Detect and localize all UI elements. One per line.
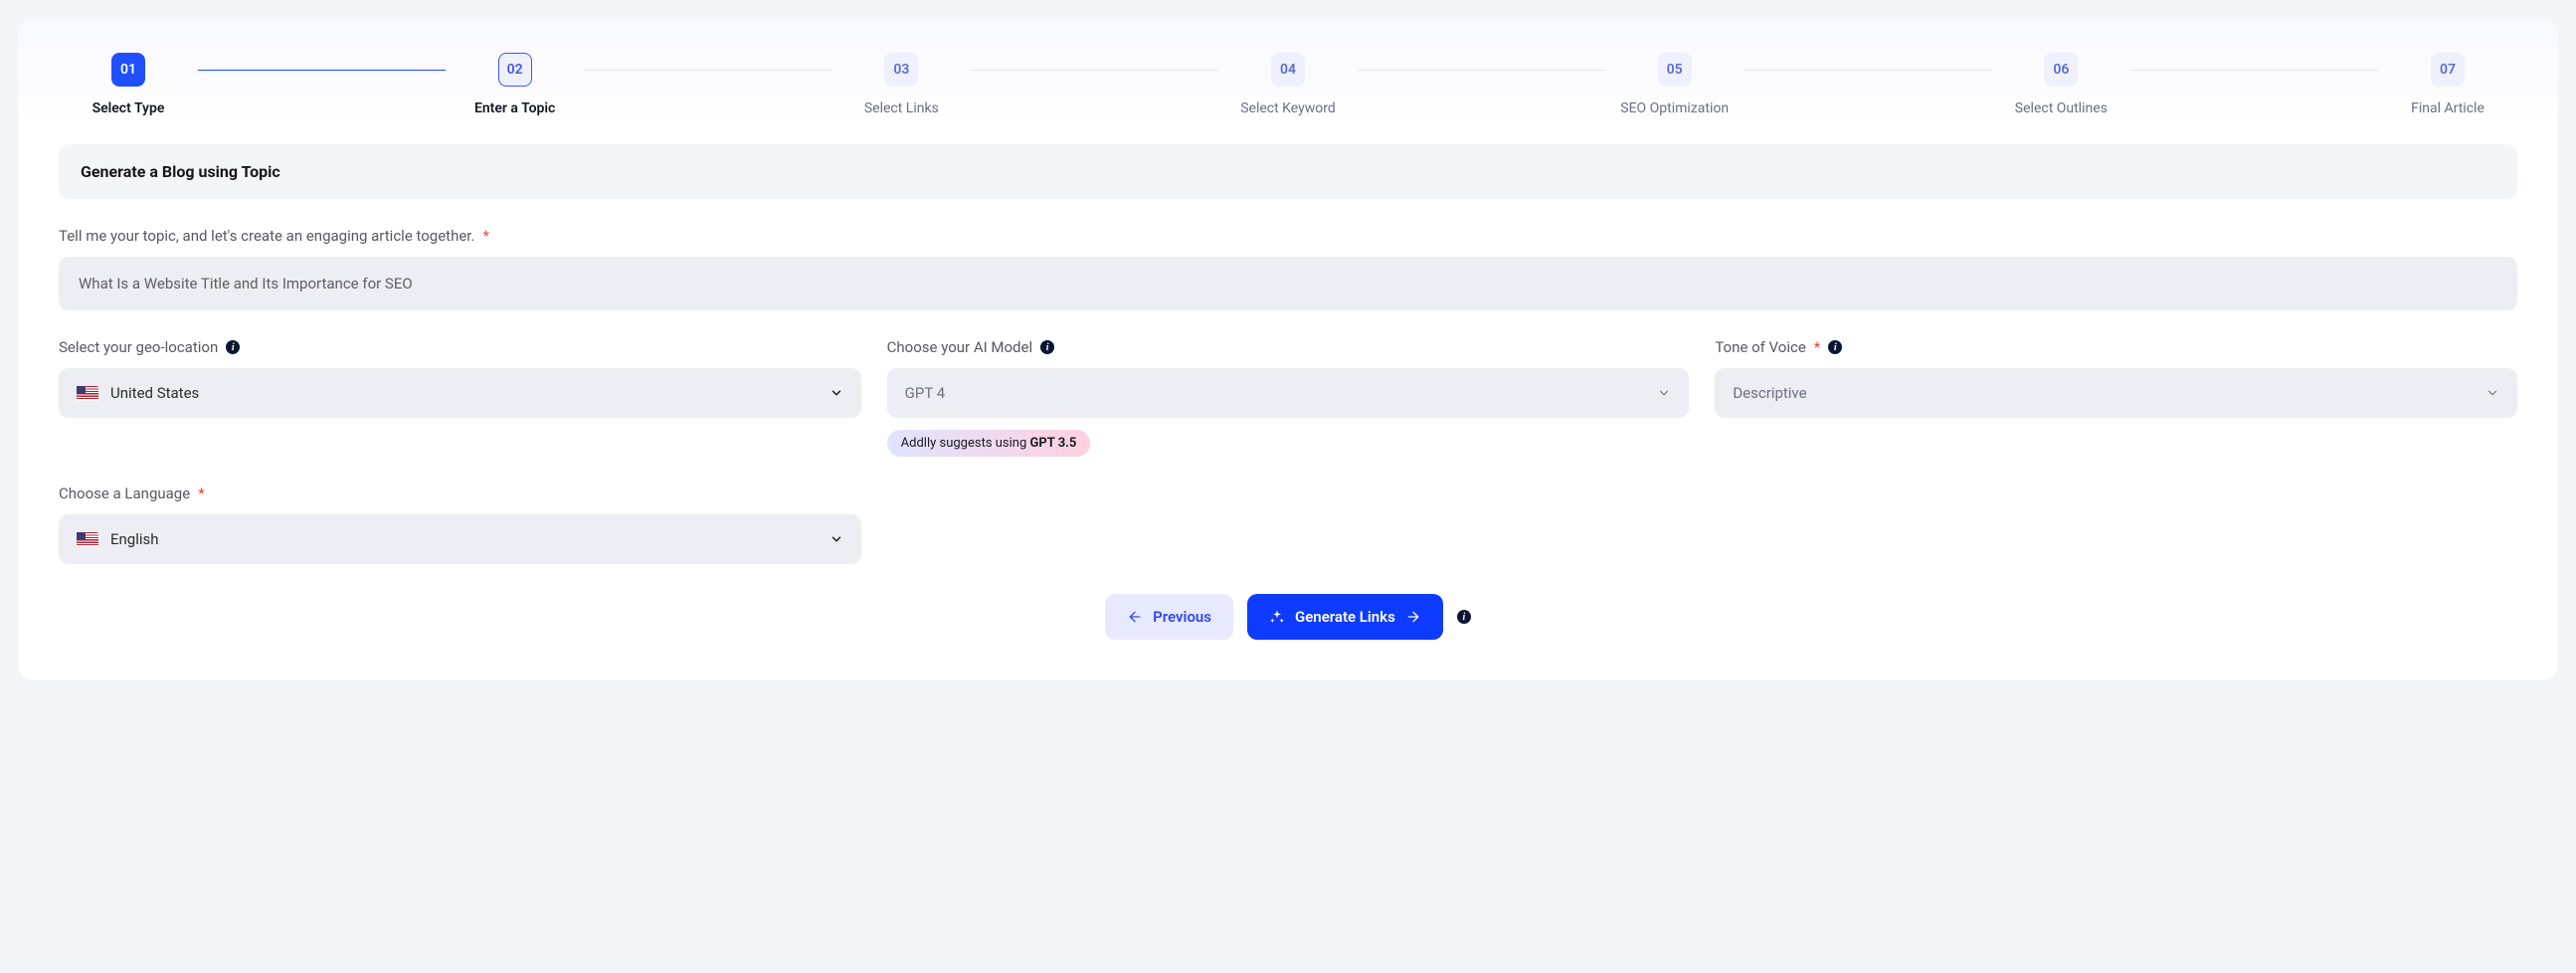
chevron-down-icon (829, 386, 843, 400)
step-02[interactable]: 02 Enter a Topic (446, 53, 585, 116)
step-connector (1358, 70, 1605, 71)
step-label: Select Outlines (2015, 100, 2108, 116)
step-connector (198, 70, 446, 71)
language-value: English (110, 530, 159, 548)
arrow-right-icon (1405, 609, 1421, 625)
step-connector (1745, 70, 1992, 71)
step-label: SEO Optimization (1620, 100, 1729, 116)
chevron-down-icon (1657, 386, 1671, 400)
step-label: Enter a Topic (474, 100, 555, 116)
section-title: Generate a Blog using Topic (59, 144, 2517, 199)
step-04[interactable]: 04 Select Keyword (1218, 53, 1358, 116)
tone-label-text: Tone of Voice (1715, 338, 1805, 356)
step-connector (585, 70, 832, 71)
geo-label: Select your geo-location i (59, 338, 861, 356)
step-label: Select Links (864, 100, 939, 116)
form-body: Generate a Blog using Topic Tell me your… (19, 124, 2557, 680)
step-number: 06 (2044, 53, 2078, 87)
previous-button[interactable]: Previous (1105, 594, 1233, 640)
topic-label-text: Tell me your topic, and let's create an … (59, 227, 474, 245)
tone-field: Tone of Voice * i Descriptive (1715, 338, 2517, 418)
chevron-down-icon (2485, 386, 2499, 400)
step-01[interactable]: 01 Select Type (59, 53, 198, 116)
required-asterisk: * (1814, 338, 1820, 356)
chevron-down-icon (829, 532, 843, 546)
step-label: Select Keyword (1240, 100, 1336, 116)
info-icon[interactable]: i (1040, 340, 1054, 354)
geo-select[interactable]: United States (59, 368, 861, 418)
sparkle-icon (1269, 609, 1285, 625)
model-select[interactable]: GPT 4 (887, 368, 1690, 418)
flag-us-icon (77, 386, 98, 401)
step-label: Select Type (92, 100, 165, 116)
info-icon[interactable]: i (226, 340, 240, 354)
topic-label: Tell me your topic, and let's create an … (59, 227, 2517, 245)
stepper: 01 Select Type 02 Enter a Topic 03 Select Lin… (19, 19, 2557, 124)
generate-links-button-label: Generate Links (1295, 608, 1395, 626)
step-label: Final Article (2411, 100, 2484, 116)
step-07[interactable]: 07 Final Article (2378, 53, 2517, 116)
geo-field: Select your geo-location i United States (59, 338, 861, 418)
required-asterisk: * (482, 227, 488, 245)
flag-us-icon (77, 532, 98, 547)
language-field: Choose a Language * English (59, 485, 861, 564)
model-label-text: Choose your AI Model (887, 338, 1032, 356)
language-select[interactable]: English (59, 514, 861, 564)
model-field: Choose your AI Model i GPT 4 Addlly sugg… (887, 338, 1690, 457)
step-connector (2130, 70, 2378, 71)
tone-value: Descriptive (1733, 384, 1806, 402)
wizard-card: 01 Select Type 02 Enter a Topic 03 Select Lin… (18, 18, 2558, 681)
required-asterisk: * (198, 485, 204, 502)
info-icon[interactable]: i (1828, 340, 1842, 354)
model-value: GPT 4 (905, 384, 946, 402)
tone-label: Tone of Voice * i (1715, 338, 2517, 356)
step-connector (971, 70, 1218, 71)
language-label-text: Choose a Language (59, 485, 190, 502)
language-label: Choose a Language * (59, 485, 861, 502)
previous-button-label: Previous (1153, 608, 1211, 626)
model-suggestion-prefix: Addlly suggests using (901, 436, 1030, 451)
tone-select[interactable]: Descriptive (1715, 368, 2517, 418)
step-number: 02 (498, 53, 532, 87)
geo-value: United States (110, 384, 199, 402)
action-row: Previous Generate Links i (59, 594, 2517, 640)
step-number: 01 (111, 53, 145, 87)
step-number: 07 (2431, 53, 2465, 87)
generate-links-button[interactable]: Generate Links (1247, 594, 1443, 640)
model-label: Choose your AI Model i (887, 338, 1690, 356)
step-05[interactable]: 05 SEO Optimization (1605, 53, 1745, 116)
step-number: 03 (884, 53, 918, 87)
arrow-left-icon (1127, 609, 1143, 625)
step-03[interactable]: 03 Select Links (831, 53, 971, 116)
topic-input[interactable] (59, 257, 2517, 310)
model-suggestion-bold: GPT 3.5 (1030, 436, 1077, 451)
step-number: 05 (1658, 53, 1692, 87)
step-06[interactable]: 06 Select Outlines (1991, 53, 2130, 116)
step-number: 04 (1271, 53, 1305, 87)
model-suggestion-pill: Addlly suggests using GPT 3.5 (887, 430, 1091, 457)
geo-label-text: Select your geo-location (59, 338, 218, 356)
info-icon[interactable]: i (1457, 610, 1471, 624)
